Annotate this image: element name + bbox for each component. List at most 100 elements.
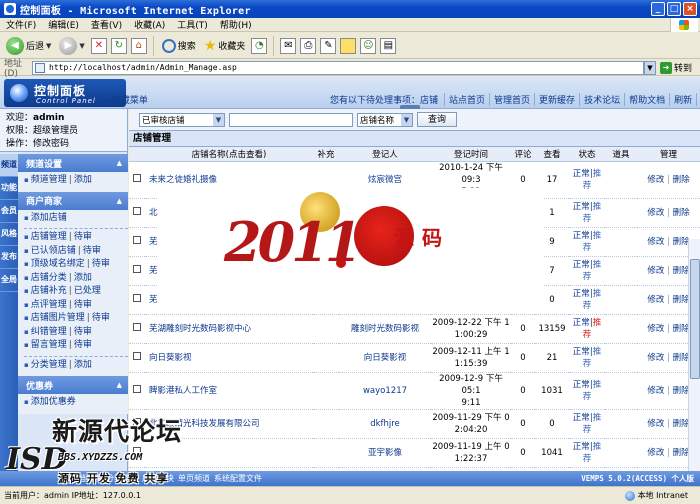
status-normal-link[interactable]: 正常 <box>573 380 590 390</box>
menu-group-coupon[interactable]: 优惠券 ▲ <box>18 376 128 394</box>
nav-help-docs[interactable]: 帮助文档 <box>624 93 669 106</box>
edit-link[interactable]: 修改 <box>647 386 664 396</box>
status-normal-link[interactable]: 正常 <box>573 289 590 299</box>
menu-message-manage[interactable]: 留言管理 <box>31 340 67 350</box>
menu-shop-images[interactable]: 店铺图片管理 <box>31 313 85 323</box>
edit-link[interactable]: 修改 <box>647 175 664 185</box>
row-checkbox[interactable] <box>133 322 141 331</box>
status-normal-link[interactable]: 正常 <box>573 260 590 270</box>
menu-supplement-processed[interactable]: 已处理 <box>74 286 101 296</box>
row-checkbox[interactable] <box>133 351 141 360</box>
nav-update-cache[interactable]: 更新缓存 <box>534 93 579 106</box>
print-icon[interactable]: ⎙ <box>300 37 317 54</box>
delete-link[interactable]: 删除 <box>673 175 690 185</box>
field-select[interactable]: 店铺名称 ▼ <box>357 112 413 127</box>
shop-name-link[interactable]: 睥影港私人工作室 <box>145 372 313 410</box>
menu-shop-category[interactable]: 店铺分类 <box>31 273 67 283</box>
menu-domain-binding[interactable]: 顶级域名绑定 <box>31 259 85 269</box>
history-icon[interactable]: ◔ <box>251 37 268 54</box>
menu-claimed-pending[interactable]: 待审 <box>83 246 101 256</box>
stop-icon[interactable]: ✕ <box>90 37 107 54</box>
nav-logout[interactable]: 退出 <box>696 93 700 106</box>
scrollbar-thumb[interactable] <box>690 259 700 379</box>
address-dropdown-icon[interactable]: ▼ <box>644 60 656 75</box>
menu-category-manage[interactable]: 分类管理 <box>31 360 67 370</box>
discuss-icon[interactable] <box>340 37 357 54</box>
status-normal-link[interactable]: 正常 <box>573 442 590 452</box>
recommend-link[interactable]: 推 <box>593 169 602 179</box>
menu-edit[interactable]: 编辑(E) <box>48 18 79 31</box>
shop-name-link[interactable]: 向日葵影视 <box>145 343 313 373</box>
menu-add-shop[interactable]: 添加店铺 <box>31 213 67 223</box>
menu-review-manage[interactable]: 点评管理 <box>31 300 67 310</box>
menu-group-channel[interactable]: 频道设置 ▲ <box>18 154 128 172</box>
vertical-scrollbar[interactable] <box>688 239 700 471</box>
mail-icon[interactable]: ✉ <box>280 37 297 54</box>
recommend-link[interactable]: 推 <box>593 202 602 212</box>
research-icon[interactable]: ▤ <box>380 37 397 54</box>
pending-tasks-link[interactable]: 您有以下待处理事项：店铺 <box>330 93 438 106</box>
delete-link[interactable]: 删除 <box>673 208 690 218</box>
search-button[interactable]: 搜索 <box>160 35 198 57</box>
recommend-link[interactable]: 推 <box>593 318 602 328</box>
edit-link[interactable]: 修改 <box>647 295 664 305</box>
recommend-link[interactable]: 推 <box>593 289 602 299</box>
forward-button[interactable]: ▶ ▼ <box>57 35 86 57</box>
recommend-link[interactable]: 推 <box>593 260 602 270</box>
status-select[interactable]: 已审核店铺 ▼ <box>139 112 225 127</box>
edit-link[interactable]: 修改 <box>647 266 664 276</box>
status-normal-link[interactable]: 正常 <box>573 347 590 357</box>
change-password-link[interactable]: 操作：修改密码 <box>6 138 121 151</box>
status-normal-link[interactable]: 正常 <box>573 318 590 328</box>
menu-correction-pending[interactable]: 待审 <box>74 327 92 337</box>
menu-add-coupon[interactable]: 添加优惠券 <box>31 397 76 407</box>
row-checkbox[interactable] <box>133 264 141 273</box>
minimize-button[interactable]: _ <box>651 2 665 16</box>
menu-help[interactable]: 帮助(H) <box>220 18 252 31</box>
go-button[interactable]: ➜ 转到 <box>660 61 692 74</box>
vtab-channel[interactable]: 频道 <box>0 154 18 177</box>
menu-tools[interactable]: 工具(T) <box>177 18 208 31</box>
status-normal-link[interactable]: 正常 <box>573 169 590 179</box>
keyword-input[interactable] <box>229 112 353 127</box>
nav-tech-forum[interactable]: 技术论坛 <box>579 93 624 106</box>
menu-channel-add[interactable]: 添加 <box>74 175 92 185</box>
vtab-style[interactable]: 风格 <box>0 223 18 246</box>
row-checkbox[interactable] <box>133 173 141 182</box>
row-checkbox[interactable] <box>133 384 141 393</box>
status-normal-link[interactable]: 正常 <box>573 202 590 212</box>
status-normal-link[interactable]: 正常 <box>573 231 590 241</box>
row-checkbox[interactable] <box>133 235 141 244</box>
menu-correction-manage[interactable]: 纠错管理 <box>31 327 67 337</box>
vtab-function[interactable]: 功能 <box>0 177 18 200</box>
address-input[interactable]: http://localhost/admin/Admin_Manage.asp <box>32 60 644 75</box>
refresh-icon[interactable]: ↻ <box>110 37 127 54</box>
menu-view[interactable]: 查看(V) <box>91 18 122 31</box>
favorites-button[interactable]: ★ 收藏夹 <box>202 35 248 57</box>
status-normal-link[interactable]: 正常 <box>573 413 590 423</box>
menu-favorites[interactable]: 收藏(A) <box>134 18 165 31</box>
back-button[interactable]: ◀ 后退 ▼ <box>4 35 53 57</box>
close-button[interactable]: × <box>683 2 697 16</box>
maximize-button[interactable]: □ <box>667 2 681 16</box>
nav-refresh[interactable]: 刷新 <box>669 93 696 106</box>
edit-link[interactable]: 修改 <box>647 237 664 247</box>
menu-shop-manage-pending[interactable]: 待审 <box>74 232 92 242</box>
query-button[interactable]: 查询 <box>417 112 458 127</box>
vtab-member[interactable]: 会员 <box>0 200 18 223</box>
row-checkbox[interactable] <box>133 293 141 302</box>
menu-domain-pending[interactable]: 待审 <box>92 259 110 269</box>
edit-link[interactable]: 修改 <box>647 208 664 218</box>
menu-images-pending[interactable]: 待审 <box>92 313 110 323</box>
home-icon[interactable]: ⌂ <box>130 37 147 54</box>
menu-shop-manage[interactable]: 店铺管理 <box>31 232 67 242</box>
nav-admin-home[interactable]: 管理首页 <box>489 93 534 106</box>
menu-message-pending[interactable]: 待审 <box>74 340 92 350</box>
vtab-global[interactable]: 全局 <box>0 269 18 292</box>
menu-review-pending[interactable]: 待审 <box>74 300 92 310</box>
edit-icon[interactable]: ✎ <box>320 37 337 54</box>
window-titlebar[interactable]: 控制面板 - Microsoft Internet Explorer _ □ × <box>0 0 700 18</box>
edit-link[interactable]: 修改 <box>647 448 664 458</box>
nav-site-home[interactable]: 站点首页 <box>444 93 489 106</box>
hide-menu-button[interactable]: « 隐藏菜单 <box>104 93 148 106</box>
